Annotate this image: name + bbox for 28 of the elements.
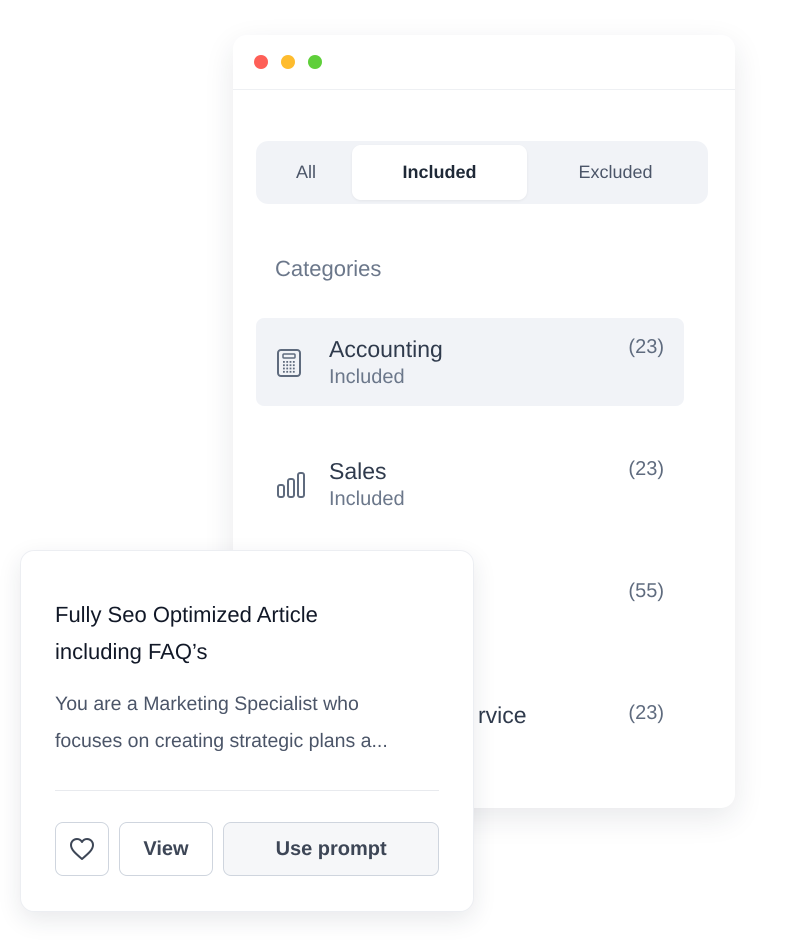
window-control-dot[interactable] <box>308 55 322 69</box>
category-item[interactable]: rvice (23) <box>476 684 684 772</box>
window-control-dot[interactable] <box>281 55 295 69</box>
category-count: (23) <box>628 702 664 725</box>
category-status: Included <box>329 366 406 389</box>
category-name: rvice <box>478 701 528 730</box>
category-count: (23) <box>628 336 664 359</box>
favorite-button[interactable] <box>55 822 109 876</box>
category-count: (55) <box>628 580 664 603</box>
category-item[interactable]: (55) <box>476 562 684 650</box>
category-status: Included <box>329 488 406 511</box>
section-title: Categories <box>275 256 382 282</box>
filter-tab[interactable]: Excluded <box>527 145 704 200</box>
prompt-title: Fully Seo Optimized Article including FAQ’s <box>55 601 319 666</box>
filter-tab[interactable]: Included <box>352 145 527 200</box>
filter-tab[interactable]: All <box>260 145 352 200</box>
category-name: Accounting <box>329 335 444 364</box>
category-item[interactable]: Accounting Included (23) <box>256 318 684 406</box>
window-control-dot[interactable] <box>254 55 268 69</box>
use-prompt-button[interactable]: Use prompt <box>223 822 439 876</box>
bar-chart-icon <box>276 471 308 499</box>
category-name: Sales <box>329 457 388 486</box>
prompt-description: You are a Marketing Specialist who focuses on creating strategic plans a... <box>55 692 389 754</box>
category-count: (23) <box>628 458 664 481</box>
view-button[interactable]: View <box>118 822 214 876</box>
calculator-icon <box>276 348 302 378</box>
category-item[interactable]: Sales Included (23) <box>256 440 684 528</box>
heart-icon <box>68 837 95 861</box>
